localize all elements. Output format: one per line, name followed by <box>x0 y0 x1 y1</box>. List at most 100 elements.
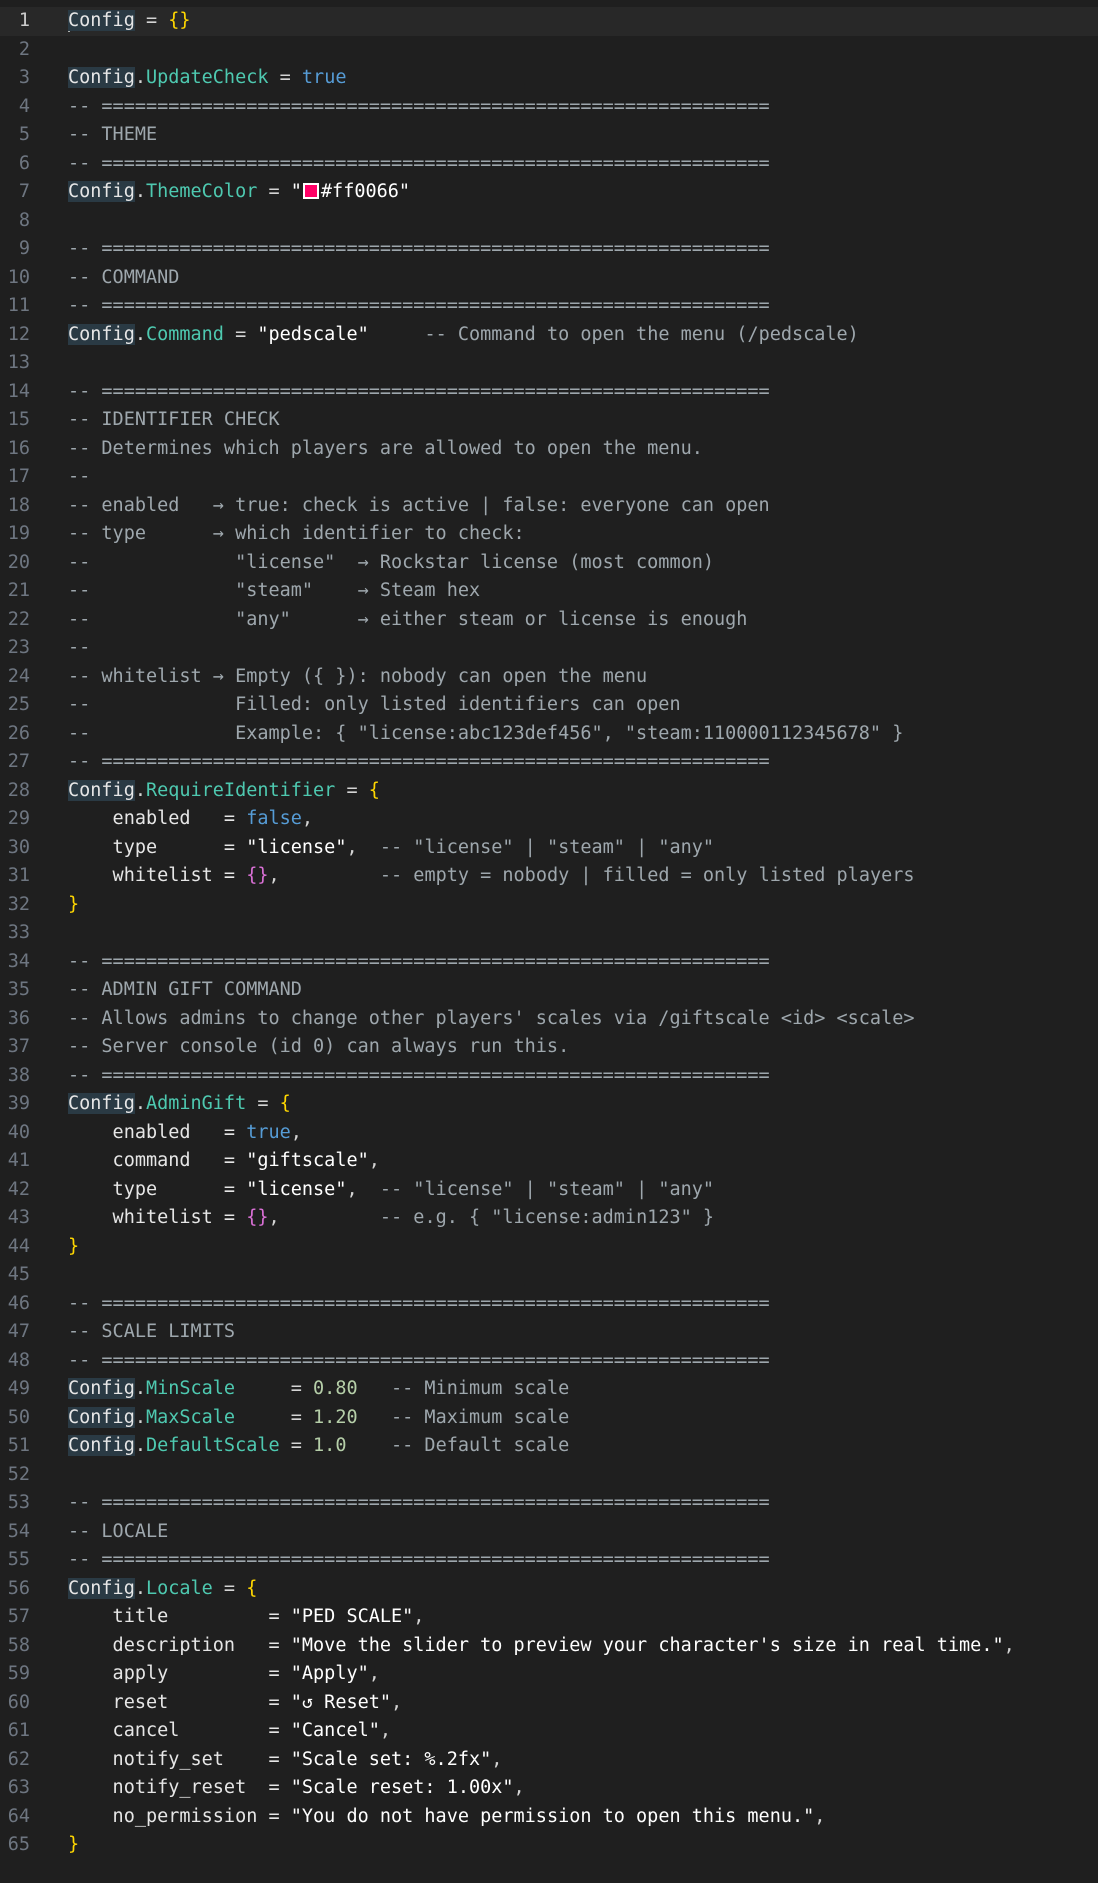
code-text[interactable]: command = "giftscale", <box>68 1147 380 1176</box>
code-line[interactable]: 43 whitelist = {}, -- e.g. { "license:ad… <box>0 1204 1098 1233</box>
code-line[interactable]: 21 -- "steam" → Steam hex <box>0 577 1098 606</box>
code-line[interactable]: 15 -- IDENTIFIER CHECK <box>0 406 1098 435</box>
code-text[interactable]: -- <box>68 463 90 492</box>
code-line[interactable]: 19 -- type → which identifier to check: <box>0 520 1098 549</box>
code-line[interactable]: 17 -- <box>0 463 1098 492</box>
code-line[interactable]: 60 reset = "↺ Reset", <box>0 1689 1098 1718</box>
code-text[interactable]: Config.AdminGift = { <box>68 1090 291 1119</box>
code-line[interactable]: 49 Config.MinScale = 0.80 -- Minimum scal… <box>0 1375 1098 1404</box>
code-line[interactable]: 10 -- COMMAND <box>0 264 1098 293</box>
code-text[interactable]: whitelist = {}, -- e.g. { "license:admin… <box>68 1204 714 1233</box>
code-text[interactable]: -- =====================================… <box>68 948 770 977</box>
code-text[interactable]: no_permission = "You do not have permiss… <box>68 1803 826 1832</box>
code-text[interactable]: notify_reset = "Scale reset: 1.00x", <box>68 1774 525 1803</box>
code-line[interactable]: 8 <box>0 207 1098 236</box>
code-text[interactable]: -- =====================================… <box>68 1290 770 1319</box>
code-text[interactable]: -- COMMAND <box>68 264 179 293</box>
code-line[interactable]: 16 -- Determines which players are allowe… <box>0 435 1098 464</box>
code-text[interactable]: enabled = true, <box>68 1119 302 1148</box>
code-text[interactable]: } <box>68 1831 79 1860</box>
color-swatch-icon[interactable] <box>302 182 319 199</box>
code-line[interactable]: 20 -- "license" → Rockstar license (most … <box>0 549 1098 578</box>
code-line[interactable]: 56 Config.Locale = { <box>0 1575 1098 1604</box>
code-line[interactable]: 11 -- ===================================… <box>0 292 1098 321</box>
code-text[interactable]: title = "PED SCALE", <box>68 1603 425 1632</box>
code-line[interactable]: 12 Config.Command = "pedscale" -- Command… <box>0 321 1098 350</box>
code-text[interactable]: Config.Command = "pedscale" -- Command t… <box>68 321 859 350</box>
code-line[interactable]: 35 -- ADMIN GIFT COMMAND <box>0 976 1098 1005</box>
code-text[interactable]: Config.UpdateCheck = true <box>68 64 346 93</box>
code-line[interactable]: 1 Config = {} <box>0 7 1098 36</box>
code-line[interactable]: 14 -- ===================================… <box>0 378 1098 407</box>
code-text[interactable]: whitelist = {}, -- empty = nobody | fill… <box>68 862 915 891</box>
code-line[interactable]: 9 -- ====================================… <box>0 235 1098 264</box>
code-text[interactable]: description = "Move the slider to previe… <box>68 1632 1015 1661</box>
code-line[interactable]: 24 -- whitelist → Empty ({ }): nobody can… <box>0 663 1098 692</box>
code-line[interactable]: 22 -- "any" → either steam or license is … <box>0 606 1098 635</box>
code-text[interactable]: -- <box>68 634 90 663</box>
code-text[interactable]: -- type → which identifier to check: <box>68 520 525 549</box>
code-line[interactable]: 40 enabled = true, <box>0 1119 1098 1148</box>
code-line[interactable]: 18 -- enabled → true: check is active | f… <box>0 492 1098 521</box>
code-text[interactable]: } <box>68 891 79 920</box>
code-text[interactable]: -- Determines which players are allowed … <box>68 435 703 464</box>
code-line[interactable]: 50 Config.MaxScale = 1.20 -- Maximum scal… <box>0 1404 1098 1433</box>
code-text[interactable]: } <box>68 1233 79 1262</box>
code-line[interactable]: 34 -- ===================================… <box>0 948 1098 977</box>
code-text[interactable]: -- "license" → Rockstar license (most co… <box>68 549 714 578</box>
code-line[interactable]: 30 type = "license", -- "license" | "ste… <box>0 834 1098 863</box>
code-line[interactable]: 4 -- ====================================… <box>0 93 1098 122</box>
code-line[interactable]: 44} <box>0 1233 1098 1262</box>
code-line[interactable]: 54 -- LOCALE <box>0 1518 1098 1547</box>
code-line[interactable]: 51 Config.DefaultScale = 1.0 -- Default s… <box>0 1432 1098 1461</box>
code-text[interactable]: apply = "Apply", <box>68 1660 380 1689</box>
code-line[interactable]: 7 Config.ThemeColor = " #ff0066" <box>0 178 1098 207</box>
code-text[interactable]: -- Allows admins to change other players… <box>68 1005 914 1034</box>
code-line[interactable]: 26 -- Example: { "license:abc123def456", … <box>0 720 1098 749</box>
code-text[interactable]: -- =====================================… <box>68 292 770 321</box>
code-text[interactable]: -- LOCALE <box>68 1518 168 1547</box>
code-line[interactable]: 55 -- ===================================… <box>0 1546 1098 1575</box>
code-text[interactable]: -- whitelist → Empty ({ }): nobody can o… <box>68 663 647 692</box>
code-line[interactable]: 36 -- Allows admins to change other playe… <box>0 1005 1098 1034</box>
code-line[interactable]: 3 Config.UpdateCheck = true <box>0 64 1098 93</box>
code-text[interactable]: -- =====================================… <box>68 748 770 777</box>
code-text[interactable]: type = "license", -- "license" | "steam"… <box>68 834 714 863</box>
code-text[interactable]: -- IDENTIFIER CHECK <box>68 406 280 435</box>
code-line[interactable]: 41 command = "giftscale", <box>0 1147 1098 1176</box>
code-text[interactable]: Config.Locale = { <box>68 1575 257 1604</box>
code-editor[interactable]: 1 Config = {} 2 3 Config.UpdateCheck = true 4… <box>0 0 1098 1883</box>
code-text[interactable]: -- ADMIN GIFT COMMAND <box>68 976 302 1005</box>
code-text[interactable]: -- =====================================… <box>68 1489 770 1518</box>
code-line[interactable]: 64 no_permission = "You do not have perm… <box>0 1803 1098 1832</box>
code-text[interactable]: enabled = false, <box>68 805 314 834</box>
code-line[interactable]: 61 cancel = "Cancel", <box>0 1717 1098 1746</box>
code-text[interactable]: -- =====================================… <box>68 1546 770 1575</box>
code-text[interactable]: Config.MaxScale = 1.20 -- Maximum scale <box>68 1404 569 1433</box>
code-line[interactable]: 33 <box>0 919 1098 948</box>
code-text[interactable]: -- Server console (id 0) can always run … <box>68 1033 569 1062</box>
code-line[interactable]: 27 -- ===================================… <box>0 748 1098 777</box>
code-text[interactable]: notify_set = "Scale set: %.2fx", <box>68 1746 503 1775</box>
code-text[interactable]: -- =====================================… <box>68 235 770 264</box>
code-text[interactable]: -- SCALE LIMITS <box>68 1318 235 1347</box>
code-line[interactable]: 28 Config.RequireIdentifier = { <box>0 777 1098 806</box>
code-line[interactable]: 65} <box>0 1831 1098 1860</box>
code-text[interactable]: type = "license", -- "license" | "steam"… <box>68 1176 714 1205</box>
code-line[interactable]: 37 -- Server console (id 0) can always ru… <box>0 1033 1098 1062</box>
code-text[interactable]: -- enabled → true: check is active | fal… <box>68 492 770 521</box>
code-text[interactable]: Config.DefaultScale = 1.0 -- Default sca… <box>68 1432 569 1461</box>
code-text[interactable]: -- =====================================… <box>68 378 770 407</box>
code-text[interactable]: -- "any" → either steam or license is en… <box>68 606 747 635</box>
code-text[interactable]: Config.MinScale = 0.80 -- Minimum scale <box>68 1375 569 1404</box>
code-line[interactable]: 57 title = "PED SCALE", <box>0 1603 1098 1632</box>
code-text[interactable]: -- Filled: only listed identifiers can o… <box>68 691 681 720</box>
code-line[interactable]: 48 -- ===================================… <box>0 1347 1098 1376</box>
code-text[interactable]: -- =====================================… <box>68 1062 770 1091</box>
code-line[interactable]: 32} <box>0 891 1098 920</box>
code-text[interactable]: Config.ThemeColor = " #ff0066" <box>68 178 410 207</box>
code-line[interactable]: 39 Config.AdminGift = { <box>0 1090 1098 1119</box>
code-line[interactable]: 42 type = "license", -- "license" | "ste… <box>0 1176 1098 1205</box>
code-line[interactable]: 62 notify_set = "Scale set: %.2fx", <box>0 1746 1098 1775</box>
code-line[interactable]: 31 whitelist = {}, -- empty = nobody | f… <box>0 862 1098 891</box>
